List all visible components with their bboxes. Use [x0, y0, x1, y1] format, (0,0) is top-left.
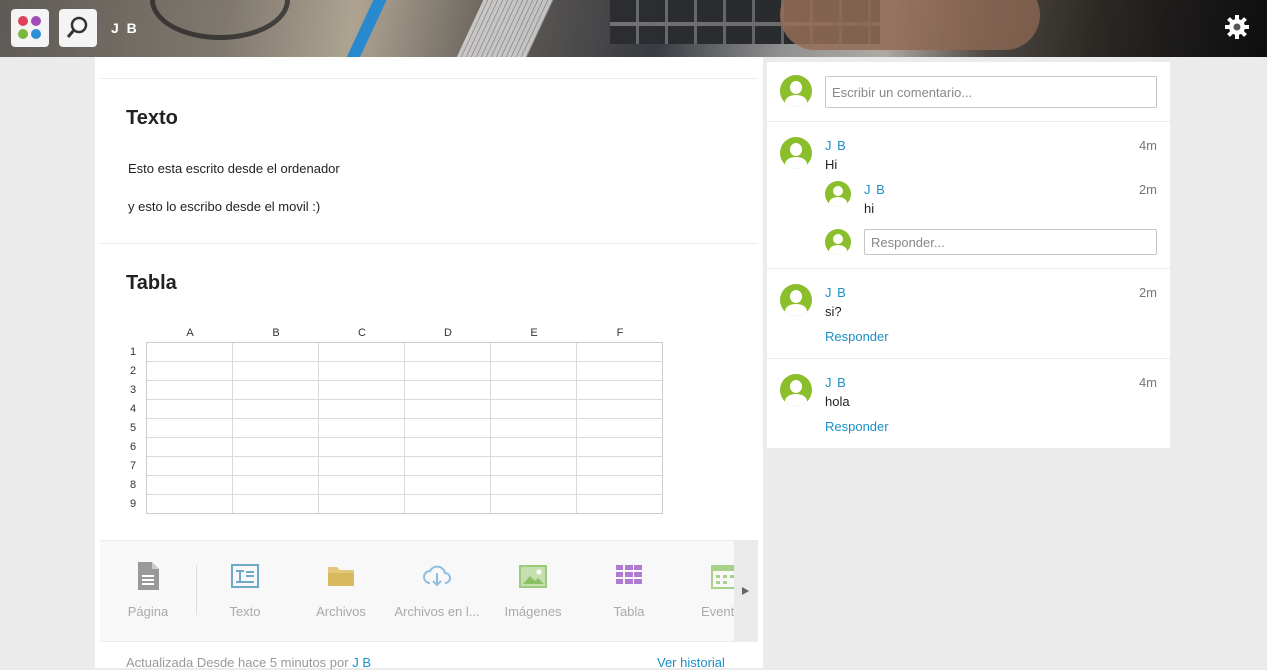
- avatar: [780, 137, 812, 169]
- column-header: C: [358, 327, 366, 339]
- section-title-tabla: Tabla: [126, 272, 177, 294]
- comments-panel: Escribir un comentario... J B 4m Hi J B …: [767, 62, 1170, 448]
- table-icon: [616, 565, 642, 584]
- block-label: Archivos en l...: [394, 604, 480, 619]
- search-button[interactable]: [59, 9, 97, 47]
- calendar-icon: [711, 565, 734, 589]
- folder-icon: [328, 567, 354, 586]
- row-header: 8: [129, 479, 137, 491]
- column-header: A: [186, 327, 194, 339]
- avatar: [825, 229, 851, 255]
- scroll-right-button[interactable]: [734, 541, 758, 641]
- row-header: 1: [129, 346, 137, 358]
- search-icon: [66, 16, 88, 38]
- app-logo-icon[interactable]: [11, 9, 49, 47]
- reply-link[interactable]: Responder: [825, 329, 889, 344]
- block-tabla[interactable]: Tabla: [581, 541, 677, 641]
- comment-text: Hi: [825, 157, 838, 172]
- block-toolbar: Página Texto Archivos Archivos en l... I…: [100, 541, 758, 641]
- block-imagenes[interactable]: Imágenes: [485, 541, 581, 641]
- row-header: 4: [129, 403, 137, 415]
- reply-text: hi: [864, 201, 875, 216]
- avatar: [780, 374, 812, 406]
- column-header: D: [444, 327, 452, 339]
- paragraph[interactable]: y esto lo escribo desde el movil :): [128, 199, 320, 214]
- block-label: Página: [127, 604, 169, 619]
- block-pagina[interactable]: Página: [100, 541, 196, 641]
- comment-input[interactable]: Escribir un comentario...: [825, 76, 1157, 108]
- comment-author[interactable]: J B: [825, 285, 847, 300]
- block-evento[interactable]: Event: [677, 541, 734, 641]
- column-header: F: [616, 327, 624, 339]
- comment-text: hola: [825, 394, 850, 409]
- spreadsheet-grid[interactable]: [146, 342, 663, 514]
- top-bar: J B: [0, 0, 1267, 57]
- paragraph[interactable]: Esto esta escrito desde el ordenador: [128, 161, 340, 176]
- comment-time: 4m: [1138, 375, 1157, 390]
- block-archivos[interactable]: Archivos: [293, 541, 389, 641]
- block-label: Event: [701, 604, 734, 619]
- reply-time: 2m: [1138, 182, 1157, 197]
- comment-text: si?: [825, 304, 842, 319]
- row-header: 7: [129, 460, 137, 472]
- column-header: E: [530, 327, 538, 339]
- chevron-right-icon: [742, 587, 749, 595]
- row-header: 2: [129, 365, 137, 377]
- text-icon: [231, 564, 259, 588]
- comment-author[interactable]: J B: [825, 138, 847, 153]
- cloud-download-icon: [423, 565, 451, 587]
- reply-link[interactable]: Responder: [825, 419, 889, 434]
- page-content: Texto Esto esta escrito desde el ordenad…: [95, 57, 763, 670]
- section-title-texto: Texto: [126, 107, 178, 129]
- block-archivos-en-linea[interactable]: Archivos en l...: [389, 541, 485, 641]
- avatar: [825, 181, 851, 207]
- row-header: 9: [129, 498, 137, 510]
- row-header: 3: [129, 384, 137, 396]
- column-header: B: [272, 327, 280, 339]
- reply-author[interactable]: J B: [864, 182, 886, 197]
- comment-time: 4m: [1138, 138, 1157, 153]
- comment-time: 2m: [1138, 285, 1157, 300]
- reply-input[interactable]: Responder...: [864, 229, 1157, 255]
- avatar: [780, 75, 812, 107]
- block-label: Archivos: [316, 604, 366, 619]
- block-texto[interactable]: Texto: [197, 541, 293, 641]
- block-label: Tabla: [613, 604, 645, 619]
- row-header: 6: [129, 441, 137, 453]
- block-label: Imágenes: [504, 604, 562, 619]
- row-header: 5: [129, 422, 137, 434]
- comment-author[interactable]: J B: [825, 375, 847, 390]
- block-label: Texto: [229, 604, 261, 619]
- page-icon: [138, 562, 159, 590]
- avatar: [780, 284, 812, 316]
- user-name[interactable]: J B: [111, 20, 139, 36]
- gear-icon[interactable]: [1224, 14, 1250, 40]
- image-icon: [519, 565, 547, 588]
